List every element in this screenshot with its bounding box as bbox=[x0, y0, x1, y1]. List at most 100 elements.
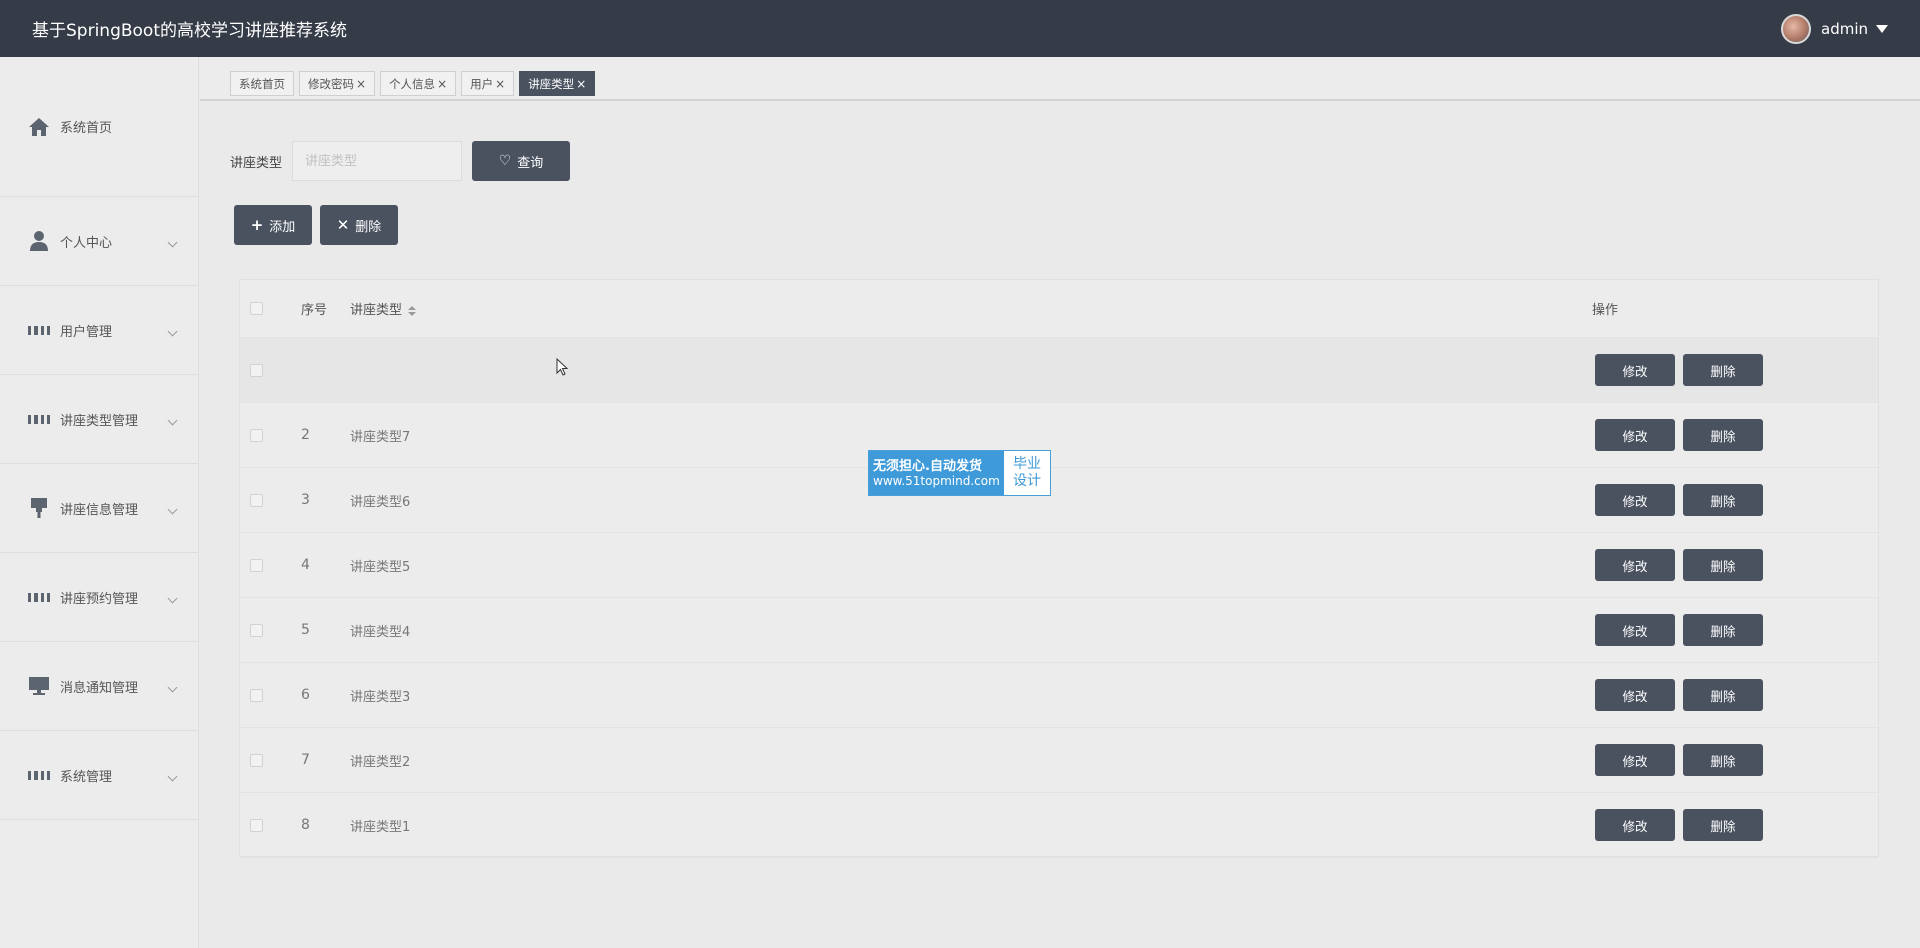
row-checkbox[interactable] bbox=[250, 558, 263, 572]
close-icon: ✕ bbox=[336, 216, 350, 234]
tab-label: 系统首页 bbox=[239, 76, 285, 91]
table-row: 4 讲座类型5 修改 删除 bbox=[240, 533, 1878, 598]
row-actions: 修改 删除 bbox=[1595, 419, 1771, 451]
row-type: 讲座类型2 bbox=[350, 754, 411, 770]
select-all-checkbox[interactable] bbox=[250, 302, 263, 315]
delete-button[interactable]: 删除 bbox=[1683, 679, 1763, 711]
close-icon[interactable]: × bbox=[437, 77, 447, 91]
edit-button[interactable]: 修改 bbox=[1595, 679, 1675, 711]
tab-personal-info[interactable]: 个人信息 × bbox=[380, 71, 457, 96]
watermark-right2: 设计 bbox=[1013, 473, 1041, 489]
row-index: 8 bbox=[301, 817, 310, 833]
row-type: 讲座类型6 bbox=[350, 494, 411, 510]
add-button-label: 添加 bbox=[269, 219, 296, 235]
watermark-tag: 毕业 设计 bbox=[1004, 451, 1050, 495]
action-bar: + 添加 ✕ 删除 bbox=[234, 205, 406, 245]
tab-lecture-type[interactable]: 讲座类型 × bbox=[519, 71, 596, 96]
brush-icon bbox=[28, 497, 50, 519]
close-icon[interactable]: × bbox=[576, 77, 586, 91]
row-checkbox[interactable] bbox=[250, 753, 263, 767]
user-menu[interactable]: admin bbox=[1781, 13, 1920, 44]
row-checkbox[interactable] bbox=[250, 623, 263, 637]
close-icon[interactable]: × bbox=[356, 77, 366, 91]
tab-label: 个人信息 bbox=[389, 76, 436, 91]
row-actions: 修改 删除 bbox=[1595, 744, 1771, 776]
edit-button[interactable]: 修改 bbox=[1595, 744, 1675, 776]
plus-icon: + bbox=[250, 216, 264, 234]
sidebar-item-home[interactable]: 系统首页 bbox=[0, 57, 198, 197]
close-icon[interactable]: × bbox=[495, 77, 505, 91]
search-bar: 讲座类型 ♡ 查询 bbox=[230, 141, 571, 181]
chevron-down-icon bbox=[167, 682, 178, 693]
row-checkbox[interactable] bbox=[250, 493, 263, 507]
search-input[interactable] bbox=[292, 141, 463, 181]
username: admin bbox=[1821, 19, 1868, 38]
watermark-right1: 毕业 bbox=[1013, 456, 1041, 472]
tab-change-password[interactable]: 修改密码 × bbox=[299, 71, 376, 96]
sort-icon[interactable] bbox=[408, 305, 417, 316]
chevron-down-icon bbox=[167, 771, 178, 782]
data-table: 序号 讲座类型 操作 修改 删除 2 讲座类型7 修改 删除 3 讲座类型6 修… bbox=[239, 279, 1879, 858]
table-header: 序号 讲座类型 操作 bbox=[240, 280, 1878, 338]
edit-button[interactable]: 修改 bbox=[1595, 419, 1675, 451]
tab-label: 讲座类型 bbox=[528, 76, 575, 91]
row-actions: 修改 删除 bbox=[1595, 809, 1771, 841]
tab-home[interactable]: 系统首页 bbox=[230, 71, 294, 96]
table-row: 修改 删除 bbox=[240, 338, 1878, 403]
row-actions: 修改 删除 bbox=[1595, 484, 1771, 516]
row-type: 讲座类型1 bbox=[350, 819, 411, 835]
edit-button[interactable]: 修改 bbox=[1595, 809, 1675, 841]
home-icon bbox=[28, 116, 50, 138]
edit-button[interactable]: 修改 bbox=[1595, 484, 1675, 516]
chevron-down-icon bbox=[167, 326, 178, 337]
search-button-label: 查询 bbox=[517, 155, 544, 171]
header-ops: 操作 bbox=[1592, 303, 1619, 318]
row-actions: 修改 删除 bbox=[1595, 614, 1771, 646]
table-row: 6 讲座类型3 修改 删除 bbox=[240, 663, 1878, 728]
table-row: 5 讲座类型4 修改 删除 bbox=[240, 598, 1878, 663]
mouse-cursor-icon bbox=[556, 357, 569, 380]
sidebar-item-system-management[interactable]: 系统管理 bbox=[0, 731, 198, 820]
search-label: 讲座类型 bbox=[230, 155, 283, 171]
row-actions: 修改 删除 bbox=[1595, 549, 1771, 581]
delete-button[interactable]: 删除 bbox=[1683, 744, 1763, 776]
delete-button[interactable]: 删除 bbox=[1683, 809, 1763, 841]
sidebar-item-label: 用户管理 bbox=[60, 324, 113, 340]
edit-button[interactable]: 修改 bbox=[1595, 614, 1675, 646]
sidebar-item-lecture-info-management[interactable]: 讲座信息管理 bbox=[0, 464, 198, 553]
delete-button[interactable]: 删除 bbox=[1683, 614, 1763, 646]
tab-bar: 系统首页 修改密码 × 个人信息 × 用户 × 讲座类型 × bbox=[200, 57, 1920, 101]
add-button[interactable]: + 添加 bbox=[234, 205, 312, 245]
sidebar-item-label: 讲座信息管理 bbox=[60, 502, 139, 518]
row-checkbox[interactable] bbox=[250, 688, 263, 702]
sidebar-item-personal-center[interactable]: 个人中心 bbox=[0, 197, 198, 286]
tab-user[interactable]: 用户 × bbox=[461, 71, 515, 96]
row-type: 讲座类型5 bbox=[350, 559, 411, 575]
delete-button[interactable]: 删除 bbox=[1683, 354, 1763, 386]
grid-icon bbox=[28, 319, 50, 341]
header-type[interactable]: 讲座类型 bbox=[350, 299, 417, 318]
row-checkbox[interactable] bbox=[250, 363, 263, 377]
sidebar-item-lecture-booking-management[interactable]: 讲座预约管理 bbox=[0, 553, 198, 642]
edit-button[interactable]: 修改 bbox=[1595, 354, 1675, 386]
chevron-down-icon bbox=[167, 593, 178, 604]
edit-button[interactable]: 修改 bbox=[1595, 549, 1675, 581]
monitor-icon bbox=[28, 675, 50, 697]
heart-icon: ♡ bbox=[498, 153, 512, 169]
chevron-down-icon bbox=[167, 504, 178, 515]
sidebar-item-user-management[interactable]: 用户管理 bbox=[0, 286, 198, 375]
sidebar-item-label: 系统管理 bbox=[60, 769, 113, 785]
batch-delete-button[interactable]: ✕ 删除 bbox=[320, 205, 398, 245]
sidebar-item-label: 个人中心 bbox=[60, 235, 113, 251]
row-type: 讲座类型7 bbox=[350, 429, 411, 445]
delete-button[interactable]: 删除 bbox=[1683, 419, 1763, 451]
row-checkbox[interactable] bbox=[250, 818, 263, 832]
delete-button[interactable]: 删除 bbox=[1683, 484, 1763, 516]
sidebar-item-label: 系统首页 bbox=[60, 121, 113, 136]
row-type: 讲座类型3 bbox=[350, 689, 411, 705]
search-button[interactable]: ♡ 查询 bbox=[472, 141, 571, 181]
sidebar-item-notification-management[interactable]: 消息通知管理 bbox=[0, 642, 198, 731]
row-checkbox[interactable] bbox=[250, 428, 263, 442]
sidebar-item-lecture-type-management[interactable]: 讲座类型管理 bbox=[0, 375, 198, 464]
delete-button[interactable]: 删除 bbox=[1683, 549, 1763, 581]
